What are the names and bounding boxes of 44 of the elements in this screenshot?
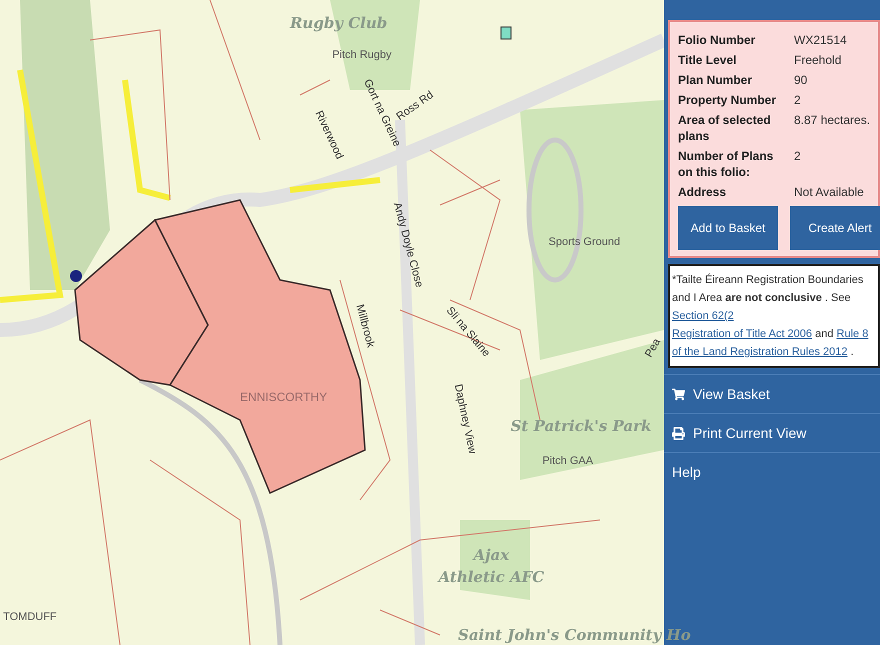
- map-label: ENNISCORTHY: [240, 390, 328, 404]
- menu-item[interactable]: View Basket: [664, 374, 880, 413]
- document-link[interactable]: Rule 8: [836, 328, 868, 340]
- field-label: Property Number: [678, 92, 778, 108]
- map-label: Pea: [642, 336, 663, 360]
- boundary-line: [300, 80, 330, 96]
- map-label: Pitch GAA: [542, 455, 594, 468]
- location-marker: [70, 270, 82, 282]
- map-label: Athletic AFC: [438, 568, 544, 586]
- map-label: Millbrook: [354, 302, 377, 349]
- cart-icon: [672, 388, 685, 400]
- building-marker: [500, 26, 512, 40]
- document-link[interactable]: Section 62(2: [672, 310, 734, 322]
- menu-item[interactable]: Print Current View: [664, 413, 880, 452]
- field-value: WX21514: [794, 32, 848, 48]
- map-label: St Patrick's Park: [510, 416, 652, 435]
- field-label: Address: [678, 184, 728, 200]
- field-value: 2: [794, 92, 802, 108]
- field-label: Number of Plans on this folio:: [678, 148, 774, 180]
- disclaimer-text: *Tailte Éireann Registration Boundaries and I Area are not conclusive . See Section 62(2 Registration of Title Act 2006 and Rule 8 of the Land Registration Rules 2012 .: [668, 264, 880, 368]
- boundary-line: [380, 610, 440, 636]
- menu-item[interactable]: Help: [664, 452, 880, 491]
- action-button[interactable]: Create Alert: [790, 206, 880, 250]
- field-label: Plan Number: [678, 72, 754, 88]
- map-label: Pitch Rugby: [332, 48, 392, 61]
- field-label: Title Level: [678, 52, 738, 68]
- field-value: Freehold: [794, 52, 842, 68]
- field-label: Area of selected plans: [678, 112, 772, 144]
- map-label: Saint John's Community Ho: [458, 626, 691, 644]
- field-value: 90: [794, 72, 808, 88]
- field-value: 2: [794, 148, 802, 165]
- field-label: Folio Number: [678, 32, 756, 48]
- printer-icon: [672, 426, 685, 440]
- document-link[interactable]: of the Land Registration Rules 2012: [672, 346, 848, 358]
- map-label: Sports Ground: [548, 236, 620, 248]
- document-link[interactable]: Registration of Title Act 2006: [672, 328, 812, 340]
- action-button[interactable]: Add to Basket: [678, 206, 778, 250]
- map-label: Daphney View: [452, 383, 478, 456]
- map-label: Ajax: [474, 546, 510, 564]
- field-value: 8.87 hectares.: [794, 112, 872, 129]
- map-label: Rugby Club: [290, 14, 388, 32]
- map-label: TOMDUFF: [3, 611, 57, 624]
- map-label: Andy Doyle Close: [391, 201, 426, 289]
- field-value: Not Available: [794, 184, 865, 200]
